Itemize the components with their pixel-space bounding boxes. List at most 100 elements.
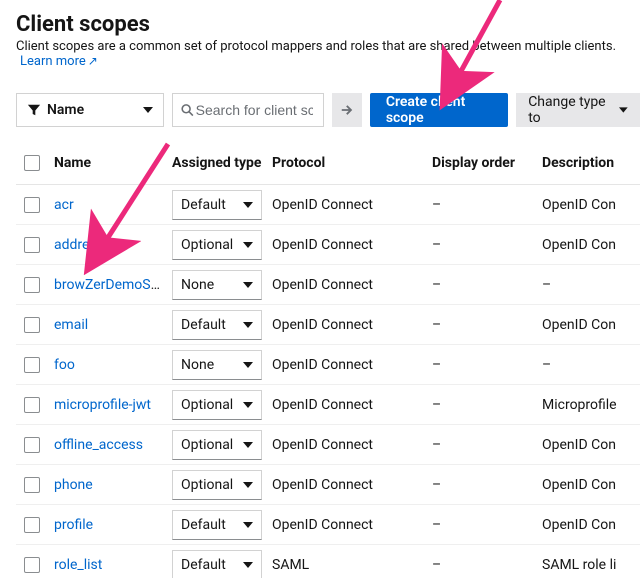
assigned-type-select[interactable]: Default <box>172 190 262 220</box>
row-checkbox[interactable] <box>24 557 40 573</box>
select-all-checkbox[interactable] <box>24 155 40 171</box>
assigned-type-value: Optional <box>181 237 233 253</box>
description-cell: – <box>542 353 640 377</box>
display-order-cell: – <box>432 513 542 537</box>
assigned-type-value: None <box>181 277 214 293</box>
arrow-right-icon <box>340 103 354 117</box>
display-order-cell: – <box>432 553 542 577</box>
funnel-icon <box>27 103 41 117</box>
table-row: emailDefaultOpenID Connect–OpenID Con <box>16 305 640 345</box>
caret-down-icon <box>243 480 253 490</box>
protocol-cell: OpenID Connect <box>272 513 432 537</box>
description-cell: Microprofile <box>542 393 640 417</box>
scope-name-link[interactable]: address <box>54 237 104 253</box>
display-order-cell: – <box>432 313 542 337</box>
protocol-cell: OpenID Connect <box>272 353 432 377</box>
protocol-cell: OpenID Connect <box>272 193 432 217</box>
row-checkbox[interactable] <box>24 317 40 333</box>
row-checkbox[interactable] <box>24 277 40 293</box>
caret-down-icon <box>243 320 253 330</box>
row-checkbox[interactable] <box>24 397 40 413</box>
assigned-type-value: Optional <box>181 437 233 453</box>
assigned-type-select[interactable]: Default <box>172 550 262 578</box>
assigned-type-select[interactable]: None <box>172 270 262 300</box>
description-cell: OpenID Con <box>542 433 640 457</box>
display-order-cell: – <box>432 233 542 257</box>
table-row: phone Optional OpenID Connect–OpenID Con <box>16 465 640 505</box>
scope-name-link[interactable]: microprofile-jwt <box>54 397 151 413</box>
table-row: profileDefaultOpenID Connect–OpenID Con <box>16 505 640 545</box>
col-name: Name <box>54 151 172 175</box>
subtitle-text: Client scopes are a common set of protoc… <box>16 39 616 54</box>
assigned-type-value: Optional <box>181 477 233 493</box>
row-checkbox[interactable] <box>24 517 40 533</box>
table-row: role_listDefaultSAML–SAML role li <box>16 545 640 578</box>
display-order-cell: – <box>432 433 542 457</box>
filter-attribute-label: Name <box>47 102 84 118</box>
col-protocol: Protocol <box>272 151 432 175</box>
col-assigned-type: Assigned type <box>172 151 272 175</box>
assigned-type-value: None <box>181 357 214 373</box>
assigned-type-select[interactable]: Optional <box>172 470 262 500</box>
row-checkbox[interactable] <box>24 437 40 453</box>
table-row: fooNoneOpenID Connect–– <box>16 345 640 385</box>
display-order-cell: – <box>432 393 542 417</box>
scope-name-link[interactable]: acr <box>54 197 74 213</box>
change-type-dropdown[interactable]: Change type to <box>516 93 640 127</box>
search-input[interactable] <box>194 101 315 119</box>
display-order-cell: – <box>432 353 542 377</box>
assigned-type-select[interactable]: None <box>172 350 262 380</box>
scope-name-link[interactable]: foo <box>54 357 75 373</box>
row-checkbox[interactable] <box>24 477 40 493</box>
caret-down-icon <box>243 360 253 370</box>
create-client-scope-label: Create client scope <box>386 94 492 126</box>
assigned-type-value: Default <box>181 557 226 573</box>
row-checkbox[interactable] <box>24 237 40 253</box>
scope-name-link[interactable]: phone <box>54 477 93 493</box>
table-header-row: Name Assigned type Protocol Display orde… <box>16 141 640 185</box>
protocol-cell: OpenID Connect <box>272 433 432 457</box>
description-cell: OpenID Con <box>542 193 640 217</box>
protocol-cell: OpenID Connect <box>272 473 432 497</box>
caret-down-icon <box>619 105 628 115</box>
col-display-order: Display order <box>432 151 542 175</box>
assigned-type-select[interactable]: Default <box>172 310 262 340</box>
protocol-cell: OpenID Connect <box>272 313 432 337</box>
display-order-cell: – <box>432 273 542 297</box>
caret-down-icon <box>243 400 253 410</box>
description-cell: OpenID Con <box>542 473 640 497</box>
learn-more-link[interactable]: Learn more↗ <box>20 54 98 69</box>
caret-down-icon <box>243 520 253 530</box>
filter-attribute-dropdown[interactable]: Name <box>16 93 164 127</box>
description-cell: OpenID Con <box>542 233 640 257</box>
caret-down-icon <box>243 200 253 210</box>
assigned-type-select[interactable]: Default <box>172 510 262 540</box>
display-order-cell: – <box>432 473 542 497</box>
scope-name-link[interactable]: browZerDemoScope <box>54 277 172 293</box>
change-type-label: Change type to <box>528 94 609 126</box>
assigned-type-value: Default <box>181 517 226 533</box>
row-checkbox[interactable] <box>24 357 40 373</box>
assigned-type-select[interactable]: Optional <box>172 430 262 460</box>
search-icon <box>181 103 194 117</box>
scope-name-link[interactable]: profile <box>54 517 93 533</box>
page-title: Client scopes <box>16 12 640 37</box>
toolbar: Name Create client scope Change type to <box>16 93 640 127</box>
caret-down-icon <box>243 240 253 250</box>
assigned-type-select[interactable]: Optional <box>172 230 262 260</box>
description-cell: – <box>542 273 640 297</box>
col-description: Description <box>542 151 640 175</box>
assigned-type-select[interactable]: Optional <box>172 390 262 420</box>
protocol-cell: OpenID Connect <box>272 233 432 257</box>
create-client-scope-button[interactable]: Create client scope <box>370 93 508 127</box>
external-link-icon: ↗ <box>88 54 98 68</box>
scope-name-link[interactable]: offline_access <box>54 437 143 453</box>
caret-down-icon <box>143 105 153 115</box>
learn-more-label: Learn more <box>20 54 86 69</box>
search-submit-button[interactable] <box>332 93 362 127</box>
row-checkbox[interactable] <box>24 197 40 213</box>
scope-name-link[interactable]: role_list <box>54 557 102 573</box>
page-subtitle: Client scopes are a common set of protoc… <box>16 39 640 69</box>
table-row: address Optional OpenID Connect–OpenID Con <box>16 225 640 265</box>
scope-name-link[interactable]: email <box>54 317 88 333</box>
